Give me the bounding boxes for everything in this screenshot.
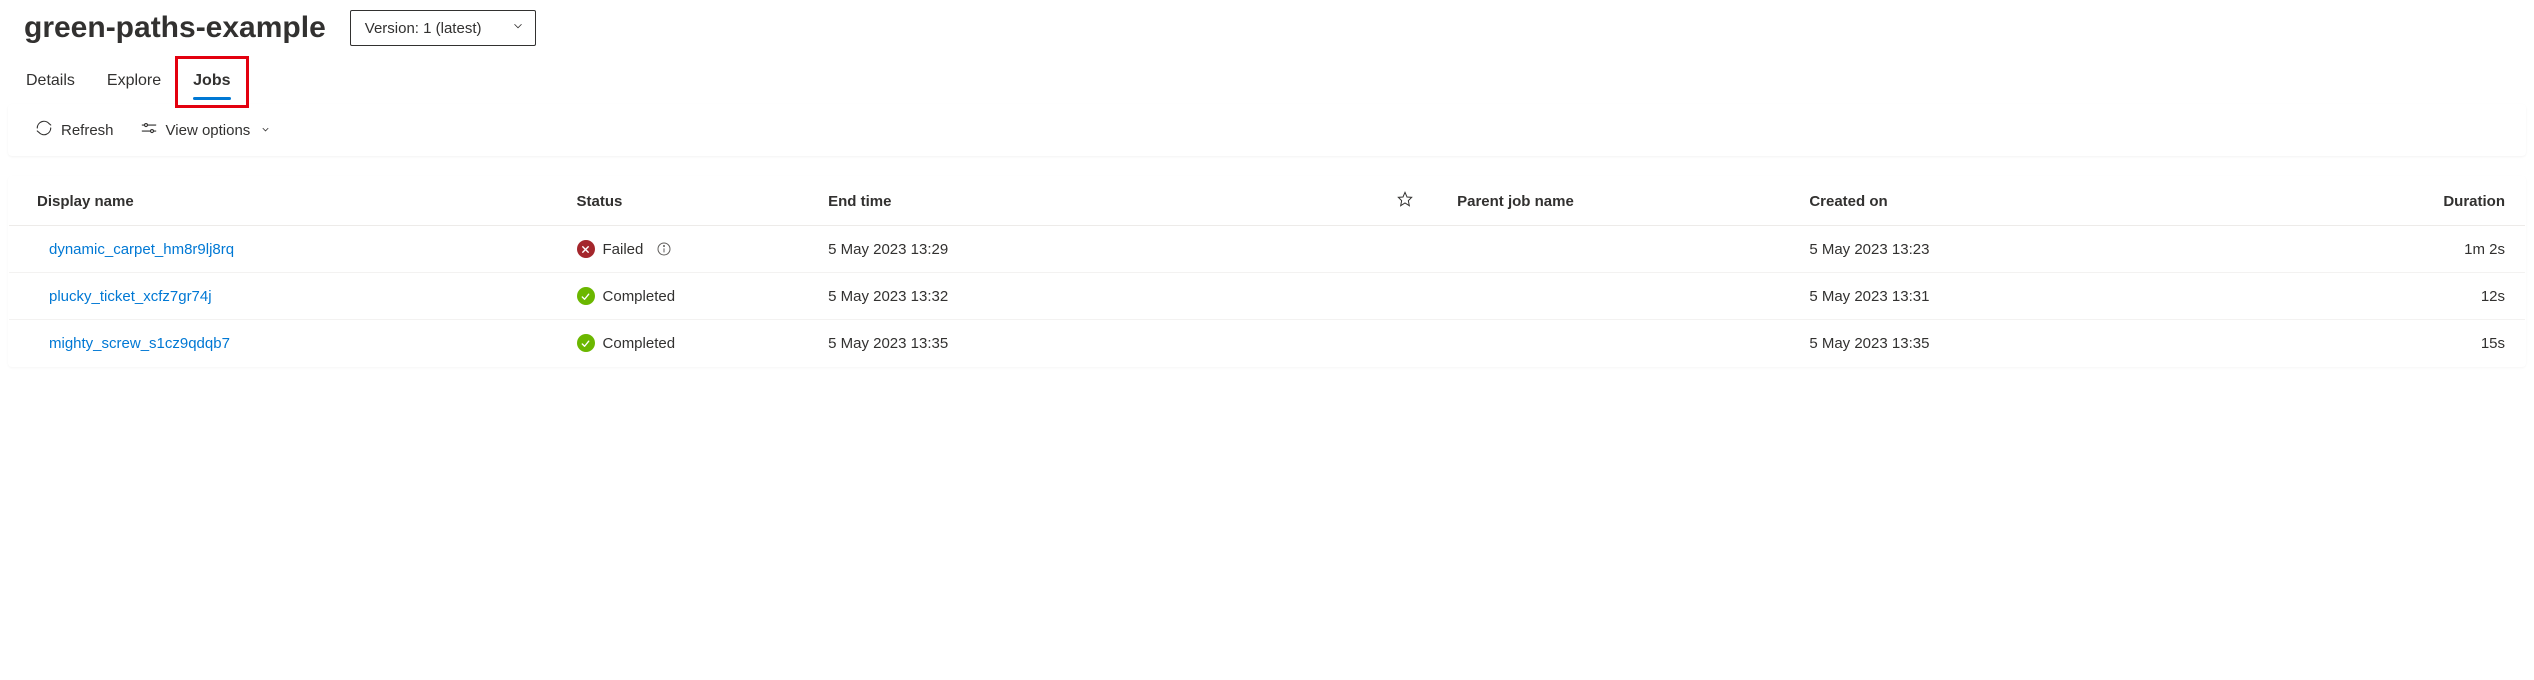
version-dropdown-label: Version: 1 (latest) [365,20,482,37]
col-end-time[interactable]: End time [814,177,1368,226]
table-row[interactable]: mighty_screw_s1cz9qdqb7 Completed 5 May 20… [9,320,2525,367]
status-completed-icon [577,287,595,305]
page-title: green-paths-example [24,11,326,45]
version-dropdown[interactable]: Version: 1 (latest) [350,10,536,46]
view-options-button[interactable]: View options [138,115,274,145]
col-parent-job[interactable]: Parent job name [1443,177,1795,226]
info-icon[interactable] [655,240,673,258]
favorite-cell[interactable] [1368,320,1443,367]
created-on-cell: 5 May 2023 13:23 [1795,226,2273,273]
duration-cell: 12s [2273,273,2525,320]
jobs-table: Display name Status End time Parent job … [9,177,2525,366]
status-text: Failed [603,241,644,258]
table-row[interactable]: plucky_ticket_xcfz7gr74j Completed 5 May 2… [9,273,2525,320]
tab-explore[interactable]: Explore [105,64,163,102]
star-outline-icon [1397,194,1413,211]
job-link[interactable]: dynamic_carpet_hm8r9lj8rq [49,241,234,258]
duration-cell: 15s [2273,320,2525,367]
parent-job-cell [1443,273,1795,320]
table-header-row: Display name Status End time Parent job … [9,177,2525,226]
refresh-icon [35,119,53,141]
favorite-cell[interactable] [1368,273,1443,320]
end-time-cell: 5 May 2023 13:32 [814,273,1368,320]
status-completed-icon [577,334,595,352]
parent-job-cell [1443,320,1795,367]
end-time-cell: 5 May 2023 13:35 [814,320,1368,367]
end-time-cell: 5 May 2023 13:29 [814,226,1368,273]
created-on-cell: 5 May 2023 13:35 [1795,320,2273,367]
duration-cell: 1m 2s [2273,226,2525,273]
col-duration[interactable]: Duration [2273,177,2525,226]
refresh-label: Refresh [61,122,114,139]
tab-details[interactable]: Details [24,64,77,102]
tab-bar: Details Explore Jobs [0,46,2534,102]
job-link[interactable]: mighty_screw_s1cz9qdqb7 [49,335,230,352]
sliders-icon [140,119,158,141]
status-text: Completed [603,335,676,352]
tab-jobs[interactable]: Jobs [191,64,232,102]
status-text: Completed [603,288,676,305]
view-options-label: View options [166,122,251,139]
col-status[interactable]: Status [563,177,815,226]
col-display-name[interactable]: Display name [9,177,563,226]
jobs-table-wrap: Display name Status End time Parent job … [8,176,2526,367]
created-on-cell: 5 May 2023 13:31 [1795,273,2273,320]
col-favorite[interactable] [1368,177,1443,226]
favorite-cell[interactable] [1368,226,1443,273]
chevron-down-icon [260,122,271,139]
col-created-on[interactable]: Created on [1795,177,2273,226]
table-row[interactable]: dynamic_carpet_hm8r9lj8rq Failed 5 May 202… [9,226,2525,273]
refresh-button[interactable]: Refresh [33,115,116,145]
chevron-down-icon [511,19,525,37]
toolbar: Refresh View options [8,104,2526,156]
status-failed-icon [577,240,595,258]
job-link[interactable]: plucky_ticket_xcfz7gr74j [49,288,212,305]
parent-job-cell [1443,226,1795,273]
